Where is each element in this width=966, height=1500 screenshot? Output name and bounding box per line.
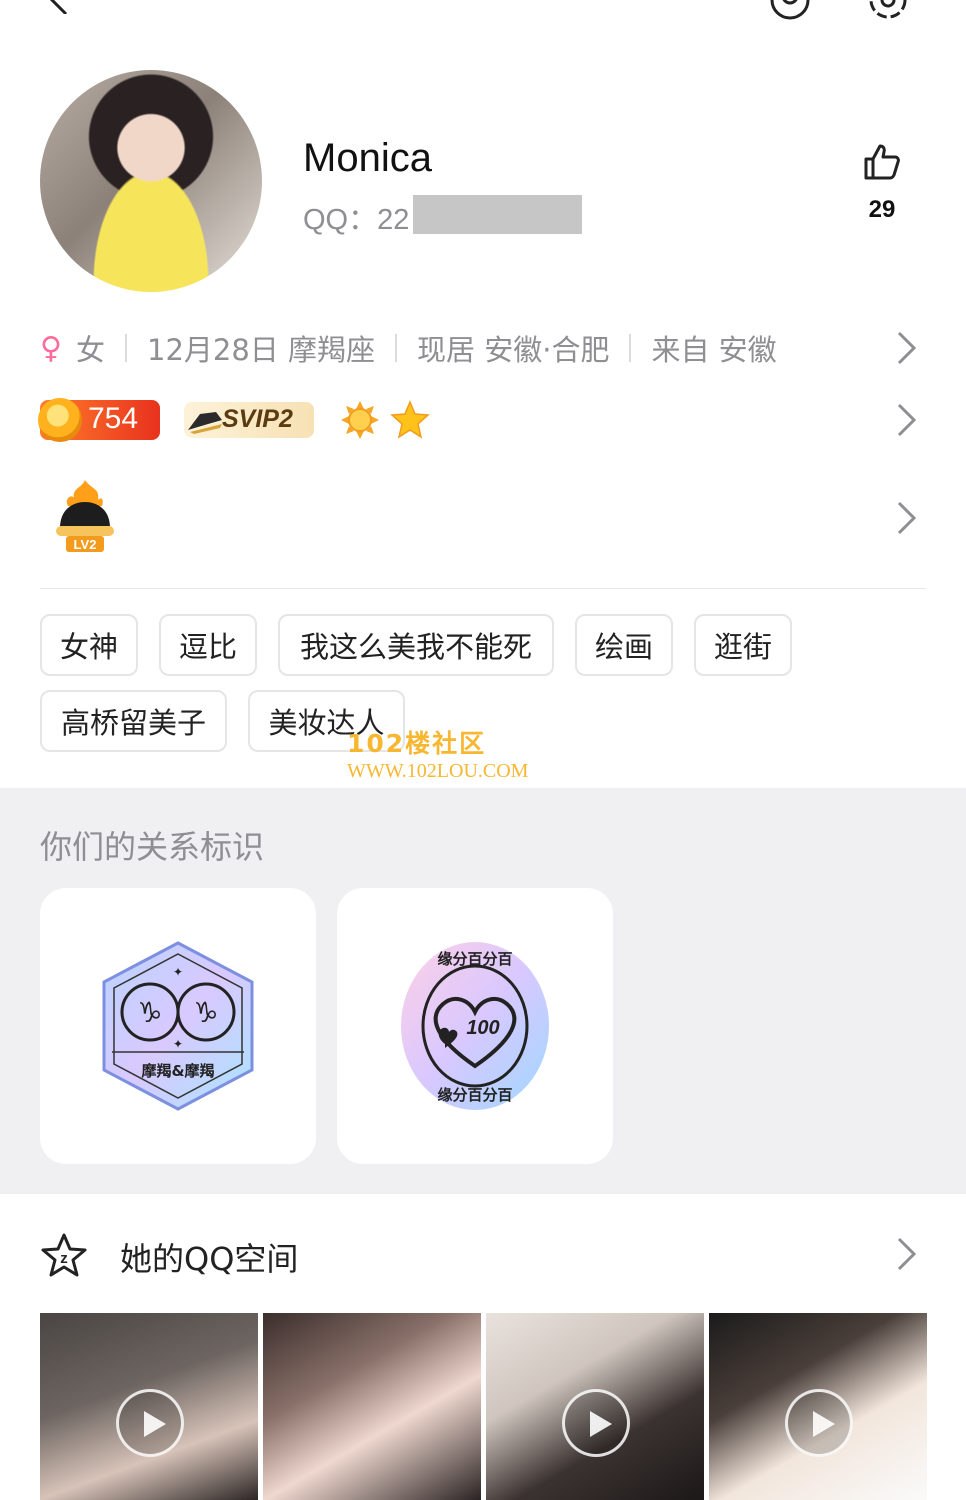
level-badge-label: LV2 xyxy=(74,537,97,552)
coin-badge: 754 xyxy=(38,398,160,442)
info-row[interactable]: ♀ 女 12月28日 摩羯座 现居 安徽·合肥 来自 安徽 xyxy=(40,328,777,368)
zodiac-relationship-card[interactable]: ♑ ♑ ✦ ✦ 摩羯&摩羯 xyxy=(40,888,316,1164)
match-badge-top-text: 缘分百分百 xyxy=(437,950,512,968)
top-bar xyxy=(0,0,966,30)
zodiac-badge-label: 摩羯&摩羯 xyxy=(141,1062,214,1080)
coin-icon xyxy=(38,398,82,442)
play-icon xyxy=(785,1389,853,1457)
qzone-row[interactable]: z 她的QQ空间 xyxy=(40,1232,926,1280)
svg-text:♑: ♑ xyxy=(137,996,162,1029)
sun-level-icon xyxy=(341,401,379,439)
qzone-photo[interactable] xyxy=(40,1313,258,1500)
svg-text:♑: ♑ xyxy=(193,996,218,1029)
gear-icon[interactable] xyxy=(866,0,910,22)
match-relationship-card[interactable]: 100 缘分百分百 缘分百分百 xyxy=(337,888,613,1164)
chevron-right-icon[interactable] xyxy=(896,402,918,438)
star-level-icon xyxy=(390,400,430,439)
tag-chip[interactable]: 绘画 xyxy=(575,614,673,676)
chevron-right-icon[interactable] xyxy=(896,330,918,366)
hometown-text: 来自 安徽 xyxy=(651,333,777,367)
svip-badge: SVIP2 xyxy=(184,402,314,438)
coin-value: 754 xyxy=(88,402,139,435)
female-icon: ♀ xyxy=(40,330,62,366)
svg-text:✦: ✦ xyxy=(173,1037,183,1051)
residence-text: 现居 安徽·合肥 xyxy=(417,333,610,367)
tag-chip[interactable]: 我这么美我不能死 xyxy=(278,614,554,676)
qzone-photo[interactable] xyxy=(709,1313,927,1500)
tag-chip[interactable]: 逛街 xyxy=(694,614,792,676)
qzone-photo[interactable] xyxy=(263,1313,481,1500)
qzone-title: 她的QQ空间 xyxy=(120,1240,299,1278)
avatar[interactable] xyxy=(40,70,262,292)
svip-hat-icon xyxy=(188,412,222,434)
relationship-title: 你们的关系标识 xyxy=(40,828,265,866)
like-count[interactable]: 29 xyxy=(858,196,906,224)
chevron-right-icon[interactable] xyxy=(896,1236,918,1272)
qzone-photo[interactable] xyxy=(486,1313,704,1500)
svg-text:z: z xyxy=(60,1250,68,1267)
badges-row[interactable]: 754 SVIP2 xyxy=(38,398,430,442)
level-flame-badge-icon[interactable]: LV2 xyxy=(50,478,120,556)
match-badge-icon: 100 缘分百分百 缘分百分百 xyxy=(401,942,549,1110)
qq-number-redaction xyxy=(413,195,582,234)
tag-chip[interactable]: 女神 xyxy=(40,614,138,676)
divider xyxy=(125,334,127,362)
chevron-right-icon[interactable] xyxy=(896,500,918,536)
tag-chip[interactable]: 逗比 xyxy=(159,614,257,676)
svg-text:✦: ✦ xyxy=(173,965,183,979)
tag-chip[interactable]: 高桥留美子 xyxy=(40,690,227,752)
play-icon xyxy=(116,1389,184,1457)
watermark-line2: WWW.102LOU.COM xyxy=(347,760,529,782)
divider xyxy=(629,334,632,362)
match-badge-number: 100 xyxy=(466,1017,499,1039)
user-circle-icon[interactable] xyxy=(768,0,812,22)
play-icon xyxy=(562,1389,630,1457)
star-icon: z xyxy=(41,1233,87,1277)
section-divider xyxy=(40,588,926,589)
match-badge-bottom-text: 缘分百分百 xyxy=(437,1086,512,1104)
thumbs-up-icon[interactable] xyxy=(862,142,902,182)
gender-text: 女 xyxy=(75,333,105,367)
tag-chip[interactable]: 美妆达人 xyxy=(248,690,405,752)
birthday-text: 12月28日 摩羯座 xyxy=(147,333,376,367)
divider xyxy=(395,334,398,362)
profile-name: Monica xyxy=(303,136,432,180)
zodiac-badge-icon: ♑ ♑ ✦ ✦ 摩羯&摩羯 xyxy=(102,941,254,1111)
svip-label: SVIP2 xyxy=(222,405,293,433)
back-chevron-icon[interactable] xyxy=(44,0,72,14)
qq-number: QQ：22 xyxy=(303,204,410,236)
